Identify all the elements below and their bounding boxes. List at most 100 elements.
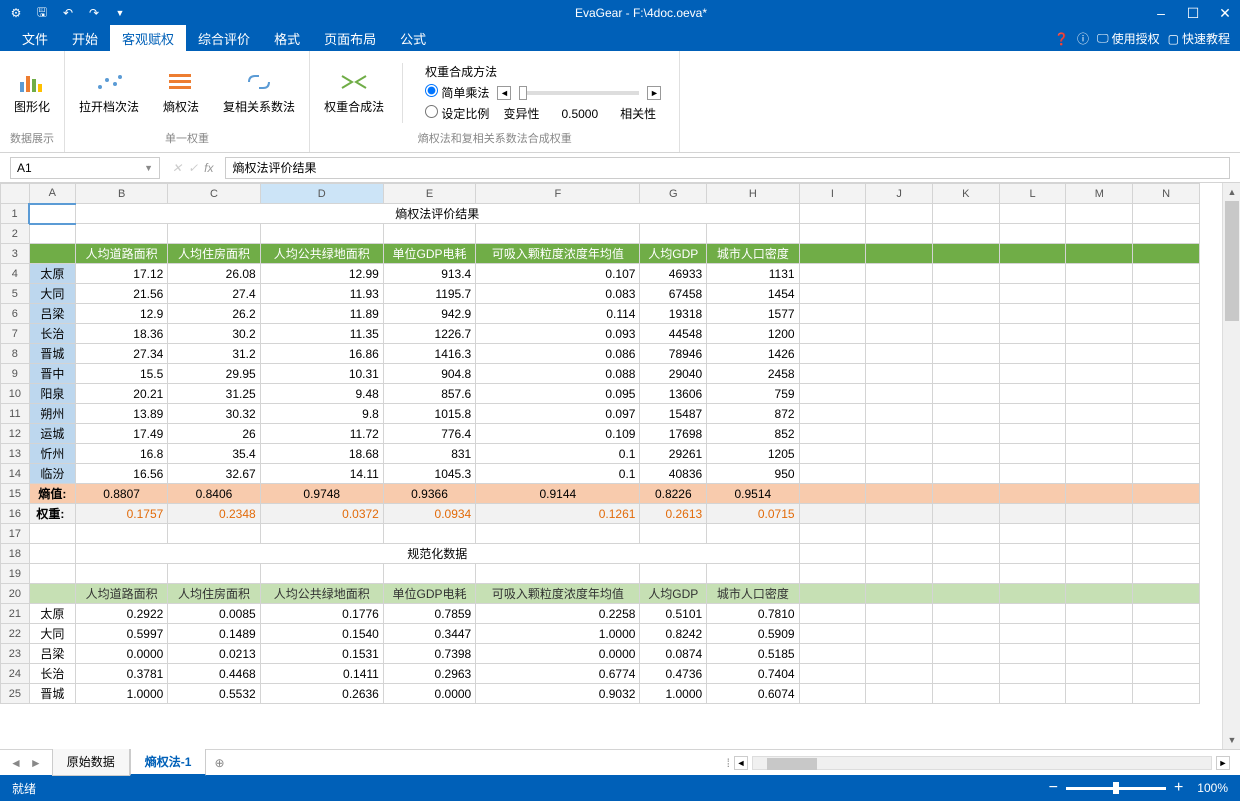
- row-header[interactable]: 15: [1, 484, 30, 504]
- cell[interactable]: [799, 344, 866, 364]
- col-header[interactable]: B: [75, 184, 167, 204]
- cell[interactable]: [866, 544, 933, 564]
- cell[interactable]: [932, 604, 999, 624]
- cell[interactable]: [932, 424, 999, 444]
- col-header[interactable]: K: [932, 184, 999, 204]
- cell[interactable]: 1454: [707, 284, 799, 304]
- col-header[interactable]: H: [707, 184, 799, 204]
- cell[interactable]: [932, 544, 999, 564]
- cell[interactable]: [799, 584, 866, 604]
- row-header[interactable]: 22: [1, 624, 30, 644]
- cell[interactable]: 0.9032: [476, 684, 640, 704]
- cell[interactable]: [999, 444, 1066, 464]
- cell[interactable]: [1133, 544, 1200, 564]
- cell[interactable]: [168, 564, 260, 584]
- cell[interactable]: [866, 284, 933, 304]
- row-header[interactable]: 4: [1, 264, 30, 284]
- radio-ratio[interactable]: 设定比例: [425, 105, 489, 122]
- cell[interactable]: 21.56: [75, 284, 167, 304]
- row-header[interactable]: 12: [1, 424, 30, 444]
- cell[interactable]: [799, 224, 866, 244]
- sheet-tab-0[interactable]: 原始数据: [52, 749, 130, 776]
- cell[interactable]: 12.99: [260, 264, 383, 284]
- city-cell[interactable]: 长治: [29, 324, 75, 344]
- cell[interactable]: [1066, 584, 1133, 604]
- cell[interactable]: 2458: [707, 364, 799, 384]
- cell[interactable]: 1577: [707, 304, 799, 324]
- cell[interactable]: 46933: [640, 264, 707, 284]
- cell[interactable]: [1133, 644, 1200, 664]
- sheet-nav-next[interactable]: ►: [30, 756, 42, 770]
- cell[interactable]: [799, 484, 866, 504]
- cell[interactable]: [932, 224, 999, 244]
- cell[interactable]: 10.31: [260, 364, 383, 384]
- row-header[interactable]: 25: [1, 684, 30, 704]
- cell[interactable]: [707, 224, 799, 244]
- slider-next-icon[interactable]: ►: [647, 86, 661, 100]
- cell[interactable]: 26.08: [168, 264, 260, 284]
- row-header[interactable]: 21: [1, 604, 30, 624]
- cell[interactable]: 0.1411: [260, 664, 383, 684]
- city-cell[interactable]: 阳泉: [29, 384, 75, 404]
- cell[interactable]: 0.9748: [260, 484, 383, 504]
- name-box[interactable]: A1▼: [10, 157, 160, 179]
- col-header[interactable]: G: [640, 184, 707, 204]
- cell[interactable]: [799, 384, 866, 404]
- cell[interactable]: 30.2: [168, 324, 260, 344]
- cell[interactable]: 0.3447: [383, 624, 475, 644]
- cell[interactable]: 0.0934: [383, 504, 475, 524]
- cell[interactable]: [999, 224, 1066, 244]
- col-label[interactable]: 人均住房面积: [168, 244, 260, 264]
- cell[interactable]: 0.0372: [260, 504, 383, 524]
- cell[interactable]: 0.5185: [707, 644, 799, 664]
- row-header[interactable]: 5: [1, 284, 30, 304]
- cell[interactable]: 872: [707, 404, 799, 424]
- row-header[interactable]: 8: [1, 344, 30, 364]
- col-label[interactable]: 人均GDP: [640, 584, 707, 604]
- cell[interactable]: [640, 224, 707, 244]
- col-label[interactable]: 可吸入颗粒度浓度年均值: [476, 584, 640, 604]
- cell[interactable]: 1200: [707, 324, 799, 344]
- cell[interactable]: [1133, 204, 1200, 224]
- row-header[interactable]: 14: [1, 464, 30, 484]
- cell[interactable]: [1133, 304, 1200, 324]
- col-label[interactable]: 人均公共绿地面积: [260, 244, 383, 264]
- row-header[interactable]: 1: [1, 204, 30, 224]
- cell[interactable]: 0.2613: [640, 504, 707, 524]
- cell[interactable]: [799, 564, 866, 584]
- cell[interactable]: [1133, 244, 1200, 264]
- cell[interactable]: [799, 524, 866, 544]
- cell[interactable]: [799, 364, 866, 384]
- cell[interactable]: [1066, 684, 1133, 704]
- cell[interactable]: [1133, 664, 1200, 684]
- cell[interactable]: [999, 544, 1066, 564]
- cell[interactable]: [866, 624, 933, 644]
- cell[interactable]: 40836: [640, 464, 707, 484]
- cell[interactable]: 11.72: [260, 424, 383, 444]
- cell[interactable]: 0.1757: [75, 504, 167, 524]
- cell[interactable]: [29, 224, 75, 244]
- cell[interactable]: 0.7404: [707, 664, 799, 684]
- cell[interactable]: [1066, 604, 1133, 624]
- cell[interactable]: 0.8807: [75, 484, 167, 504]
- add-sheet-button[interactable]: ⊕: [206, 752, 232, 774]
- cell[interactable]: [1133, 684, 1200, 704]
- scroll-thumb[interactable]: [1225, 201, 1239, 321]
- cell[interactable]: [1066, 324, 1133, 344]
- cell[interactable]: 0.0085: [168, 604, 260, 624]
- cell[interactable]: [866, 504, 933, 524]
- cell[interactable]: [168, 224, 260, 244]
- cell[interactable]: 1205: [707, 444, 799, 464]
- cell[interactable]: [999, 344, 1066, 364]
- cell[interactable]: [1066, 404, 1133, 424]
- cell[interactable]: [999, 204, 1066, 224]
- cell[interactable]: [866, 424, 933, 444]
- cell[interactable]: 0.6774: [476, 664, 640, 684]
- cell[interactable]: [1133, 584, 1200, 604]
- cell[interactable]: [866, 404, 933, 424]
- cell[interactable]: [932, 344, 999, 364]
- cell[interactable]: 0.1776: [260, 604, 383, 624]
- cell[interactable]: [799, 664, 866, 684]
- cell[interactable]: 17.49: [75, 424, 167, 444]
- cell[interactable]: [999, 664, 1066, 684]
